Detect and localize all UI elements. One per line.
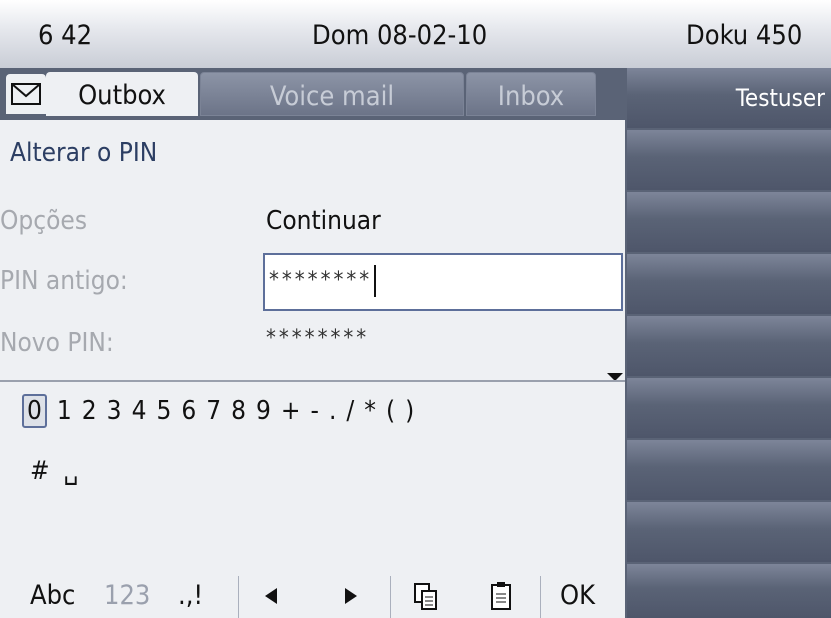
keyboard-char[interactable]: 9 bbox=[256, 396, 271, 426]
right-panel-item[interactable] bbox=[627, 564, 831, 618]
right-panel-item[interactable] bbox=[627, 502, 831, 562]
keyboard-char[interactable]: . bbox=[329, 396, 336, 426]
keyboard-char[interactable]: 2 bbox=[82, 396, 97, 426]
old-pin-value: ******** bbox=[269, 268, 373, 293]
character-keyboard: 0 1 2 3 4 5 6 7 8 9 + -. / *() # ␣ Abc 123 .,! bbox=[0, 382, 625, 618]
keyboard-char[interactable]: * bbox=[364, 396, 376, 426]
status-time: 6 42 bbox=[38, 20, 93, 51]
right-panel-item[interactable] bbox=[627, 192, 831, 252]
keyboard-char[interactable]: - bbox=[311, 396, 319, 426]
softkey-separator bbox=[238, 576, 239, 618]
tab-inbox[interactable]: Inbox bbox=[466, 72, 596, 116]
cursor-right-icon[interactable] bbox=[345, 588, 359, 604]
softkey-bar: Abc 123 .,! OK bbox=[0, 576, 625, 618]
right-panel-item[interactable] bbox=[627, 440, 831, 500]
keyboard-char[interactable]: 3 bbox=[107, 396, 122, 426]
page-title: Alterar o PIN bbox=[10, 138, 158, 168]
keyboard-char[interactable]: 8 bbox=[231, 396, 246, 426]
softkey-separator bbox=[390, 576, 391, 618]
new-pin-value[interactable]: ******** bbox=[266, 326, 369, 351]
keyboard-char[interactable]: 6 bbox=[181, 396, 196, 426]
right-panel: Testuser bbox=[625, 68, 831, 618]
status-user: Doku 450 bbox=[686, 20, 803, 51]
numeric-softkey[interactable]: 123 bbox=[104, 580, 150, 611]
char-row-2: # ␣ bbox=[30, 456, 92, 486]
softkey-separator bbox=[540, 576, 541, 618]
tab-bar: Outbox Voice mail Inbox bbox=[0, 68, 625, 120]
options-label: Opções bbox=[0, 206, 88, 236]
options-value[interactable]: Continuar bbox=[266, 206, 381, 236]
text-cursor bbox=[374, 265, 377, 297]
keyboard-char[interactable]: 4 bbox=[132, 396, 147, 426]
new-pin-label: Novo PIN: bbox=[0, 328, 114, 358]
right-panel-item[interactable] bbox=[627, 378, 831, 438]
status-bar: 6 42 Dom 08-02-10 Doku 450 bbox=[0, 0, 831, 68]
keyboard-char[interactable]: # bbox=[30, 456, 50, 486]
keyboard-char[interactable]: 7 bbox=[206, 396, 221, 426]
ok-softkey[interactable]: OK bbox=[560, 580, 595, 611]
keyboard-char[interactable]: ( bbox=[386, 396, 395, 426]
tab-outbox[interactable]: Outbox bbox=[46, 72, 198, 116]
keyboard-char[interactable]: 5 bbox=[156, 396, 171, 426]
right-panel-item[interactable] bbox=[627, 130, 831, 190]
tab-voice-mail[interactable]: Voice mail bbox=[200, 72, 464, 116]
keyboard-char[interactable]: 1 bbox=[57, 396, 72, 426]
old-pin-label: PIN antigo: bbox=[0, 266, 128, 296]
keyboard-char[interactable]: ␣ bbox=[64, 456, 79, 486]
keyboard-char[interactable]: ) bbox=[405, 396, 414, 426]
keyboard-char[interactable]: + bbox=[281, 396, 301, 426]
status-date: Dom 08-02-10 bbox=[312, 20, 488, 51]
cursor-left-icon[interactable] bbox=[265, 588, 279, 604]
keyboard-char[interactable]: / bbox=[346, 396, 354, 426]
char-row-1: 0 1 2 3 4 5 6 7 8 9 + -. / * () bbox=[22, 394, 424, 428]
old-pin-field[interactable]: ******** bbox=[263, 253, 623, 311]
right-panel-item[interactable] bbox=[627, 316, 831, 376]
paste-icon[interactable] bbox=[489, 582, 513, 612]
abc-softkey[interactable]: Abc bbox=[30, 580, 75, 611]
envelope-icon bbox=[6, 74, 46, 114]
right-panel-item-testuser[interactable]: Testuser bbox=[627, 68, 831, 128]
keyboard-char[interactable]: 0 bbox=[22, 394, 47, 428]
punctuation-softkey[interactable]: .,! bbox=[178, 580, 203, 611]
copy-icon[interactable] bbox=[413, 582, 439, 612]
right-panel-label: Testuser bbox=[735, 84, 825, 112]
right-panel-item[interactable] bbox=[627, 254, 831, 314]
main-pane: Outbox Voice mail Inbox Alterar o PIN Op… bbox=[0, 68, 625, 618]
